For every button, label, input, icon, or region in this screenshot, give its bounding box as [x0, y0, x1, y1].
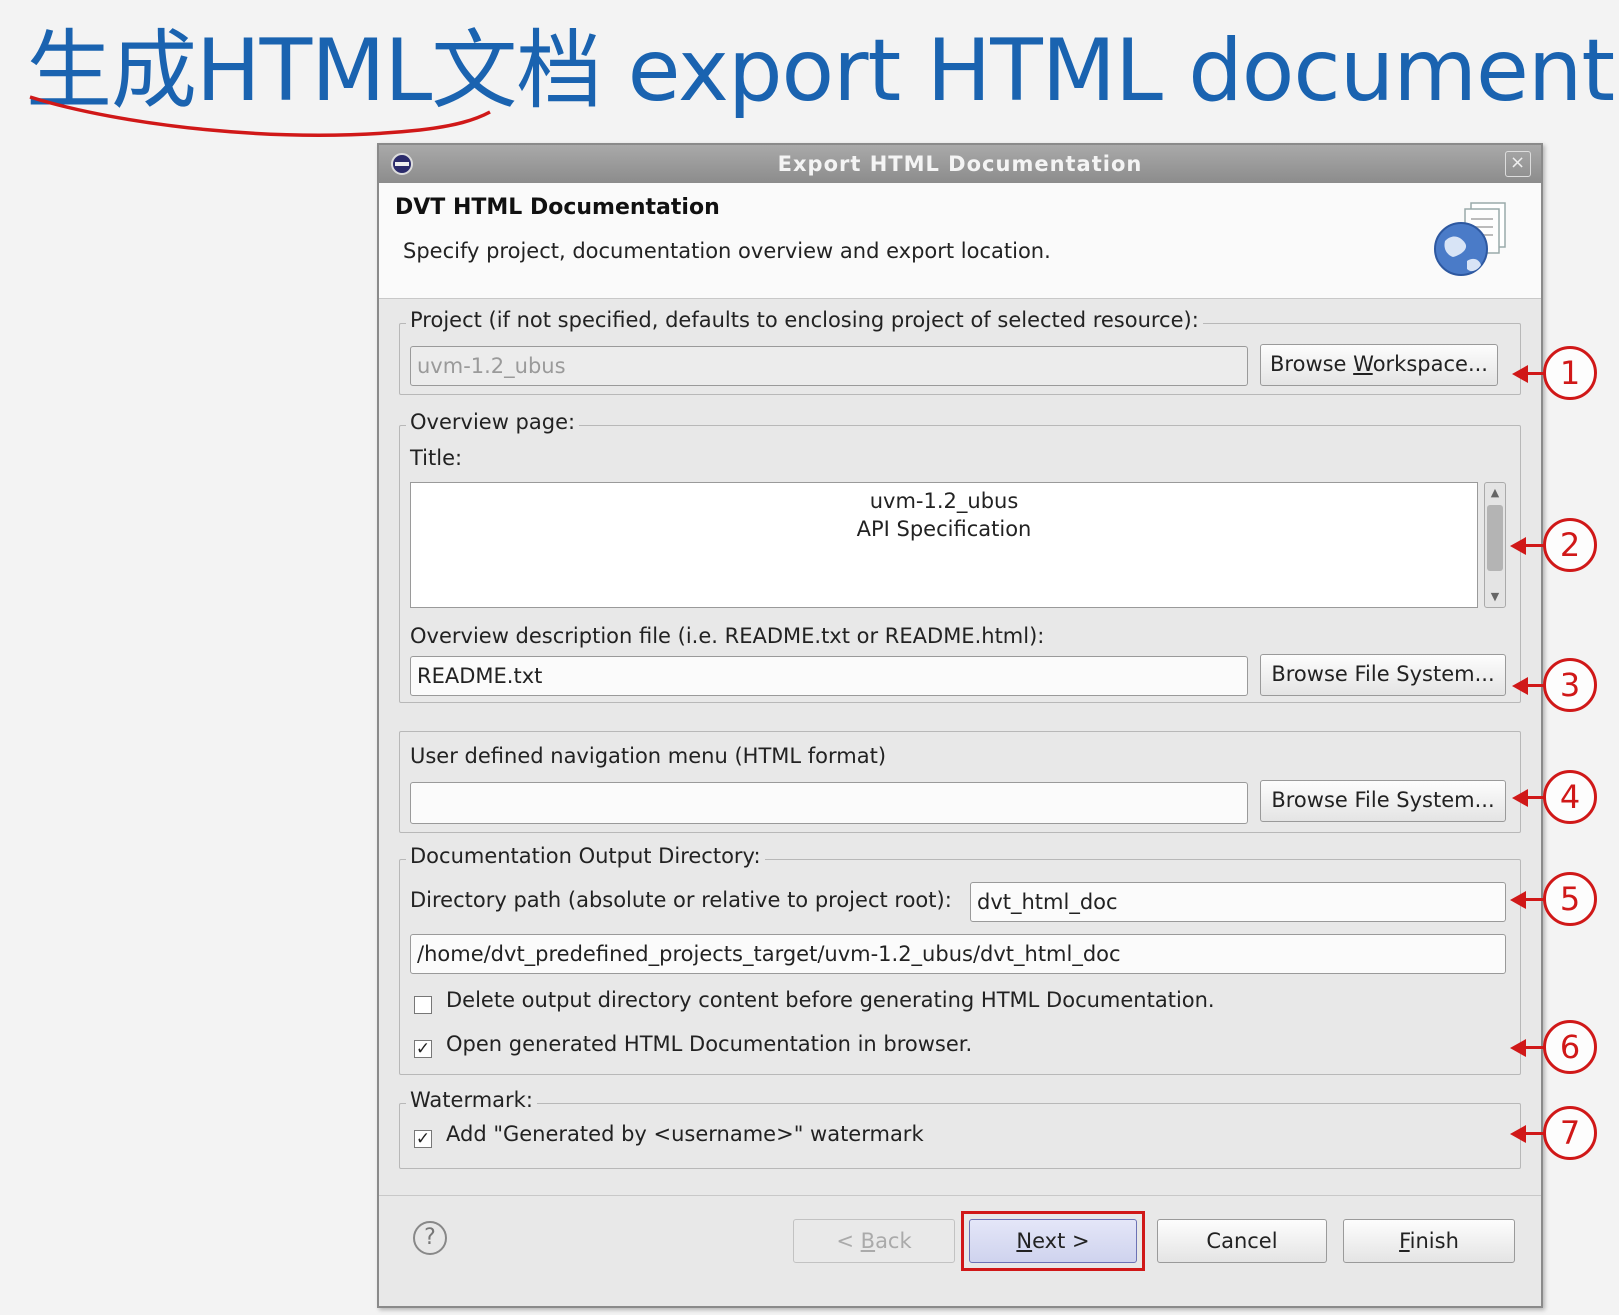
- cancel-button[interactable]: Cancel: [1157, 1219, 1327, 1263]
- title-scrollbar[interactable]: ▲ ▼: [1484, 482, 1506, 608]
- nav-menu-label: User defined navigation menu (HTML forma…: [410, 744, 887, 768]
- scroll-down-icon[interactable]: ▼: [1485, 587, 1505, 607]
- output-legend: Documentation Output Directory:: [406, 844, 765, 868]
- page-description: Specify project, documentation overview …: [403, 239, 1051, 263]
- full-path-field[interactable]: /home/dvt_predefined_projects_target/uvm…: [410, 934, 1506, 974]
- dir-path-label: Directory path (absolute or relative to …: [410, 888, 952, 912]
- title-textarea[interactable]: uvm-1.2_ubus API Specification: [410, 482, 1478, 608]
- next-button[interactable]: Next >: [969, 1219, 1137, 1263]
- title-label: Title:: [410, 446, 463, 470]
- dialog-titlebar[interactable]: Export HTML Documentation ×: [379, 145, 1541, 183]
- browse-file-system-button-overview[interactable]: Browse File System...: [1260, 654, 1506, 696]
- dir-path-field[interactable]: dvt_html_doc: [970, 882, 1506, 922]
- export-html-dialog: Export HTML Documentation × DVT HTML Doc…: [377, 143, 1543, 1308]
- callout-6: 6: [1543, 1020, 1597, 1074]
- back-button[interactable]: < Back: [793, 1219, 955, 1263]
- callout-4: 4: [1543, 770, 1597, 824]
- scroll-up-icon[interactable]: ▲: [1485, 483, 1505, 503]
- open-in-browser-checkbox[interactable]: ✓: [414, 1040, 432, 1058]
- delete-output-checkbox[interactable]: [414, 996, 432, 1014]
- dialog-window-title: Export HTML Documentation: [777, 152, 1143, 176]
- callout-2: 2: [1543, 518, 1597, 572]
- close-icon[interactable]: ×: [1505, 151, 1531, 177]
- finish-button[interactable]: Finish: [1343, 1219, 1515, 1263]
- browse-file-system-button-nav[interactable]: Browse File System...: [1260, 780, 1506, 822]
- project-field[interactable]: uvm-1.2_ubus: [410, 346, 1248, 386]
- watermark-checkbox[interactable]: ✓: [414, 1130, 432, 1148]
- watermark-legend: Watermark:: [406, 1088, 537, 1112]
- project-group: Project (if not specified, defaults to e…: [399, 308, 1521, 395]
- title-line-2: API Specification: [856, 517, 1032, 541]
- watermark-label[interactable]: Add "Generated by <username>" watermark: [446, 1122, 924, 1146]
- page-title: DVT HTML Documentation: [395, 195, 720, 220]
- slide-heading: 生成HTML文档 export HTML document: [26, 21, 1615, 121]
- nav-menu-field[interactable]: [410, 782, 1248, 824]
- desc-file-field[interactable]: README.txt: [410, 656, 1248, 696]
- desc-file-label: Overview description file (i.e. README.t…: [410, 624, 1045, 648]
- globe-document-icon: [1434, 202, 1506, 276]
- overview-group: Overview page: Title: uvm-1.2_ubus API S…: [399, 410, 1521, 703]
- footer-separator: [379, 1195, 1541, 1196]
- browse-workspace-button[interactable]: Browse Workspace...: [1260, 344, 1498, 386]
- output-directory-group: Documentation Output Directory: Director…: [399, 844, 1521, 1075]
- project-legend: Project (if not specified, defaults to e…: [406, 308, 1203, 332]
- dialog-header: DVT HTML Documentation Specify project, …: [379, 183, 1541, 299]
- navigation-group: User defined navigation menu (HTML forma…: [399, 731, 1521, 833]
- watermark-group: Watermark: ✓ Add "Generated by <username…: [399, 1088, 1521, 1169]
- open-in-browser-label[interactable]: Open generated HTML Documentation in bro…: [446, 1032, 972, 1056]
- checkmark-icon: ✓: [415, 1129, 431, 1149]
- eclipse-icon: [391, 153, 413, 175]
- checkmark-icon: ✓: [415, 1039, 431, 1059]
- callout-5: 5: [1543, 872, 1597, 926]
- scroll-thumb[interactable]: [1487, 505, 1503, 571]
- callout-1: 1: [1543, 346, 1597, 400]
- callout-3: 3: [1543, 658, 1597, 712]
- callout-7: 7: [1543, 1106, 1597, 1160]
- title-line-1: uvm-1.2_ubus: [869, 489, 1019, 513]
- help-icon[interactable]: ?: [413, 1221, 447, 1255]
- overview-legend: Overview page:: [406, 410, 580, 434]
- delete-output-label[interactable]: Delete output directory content before g…: [446, 988, 1215, 1012]
